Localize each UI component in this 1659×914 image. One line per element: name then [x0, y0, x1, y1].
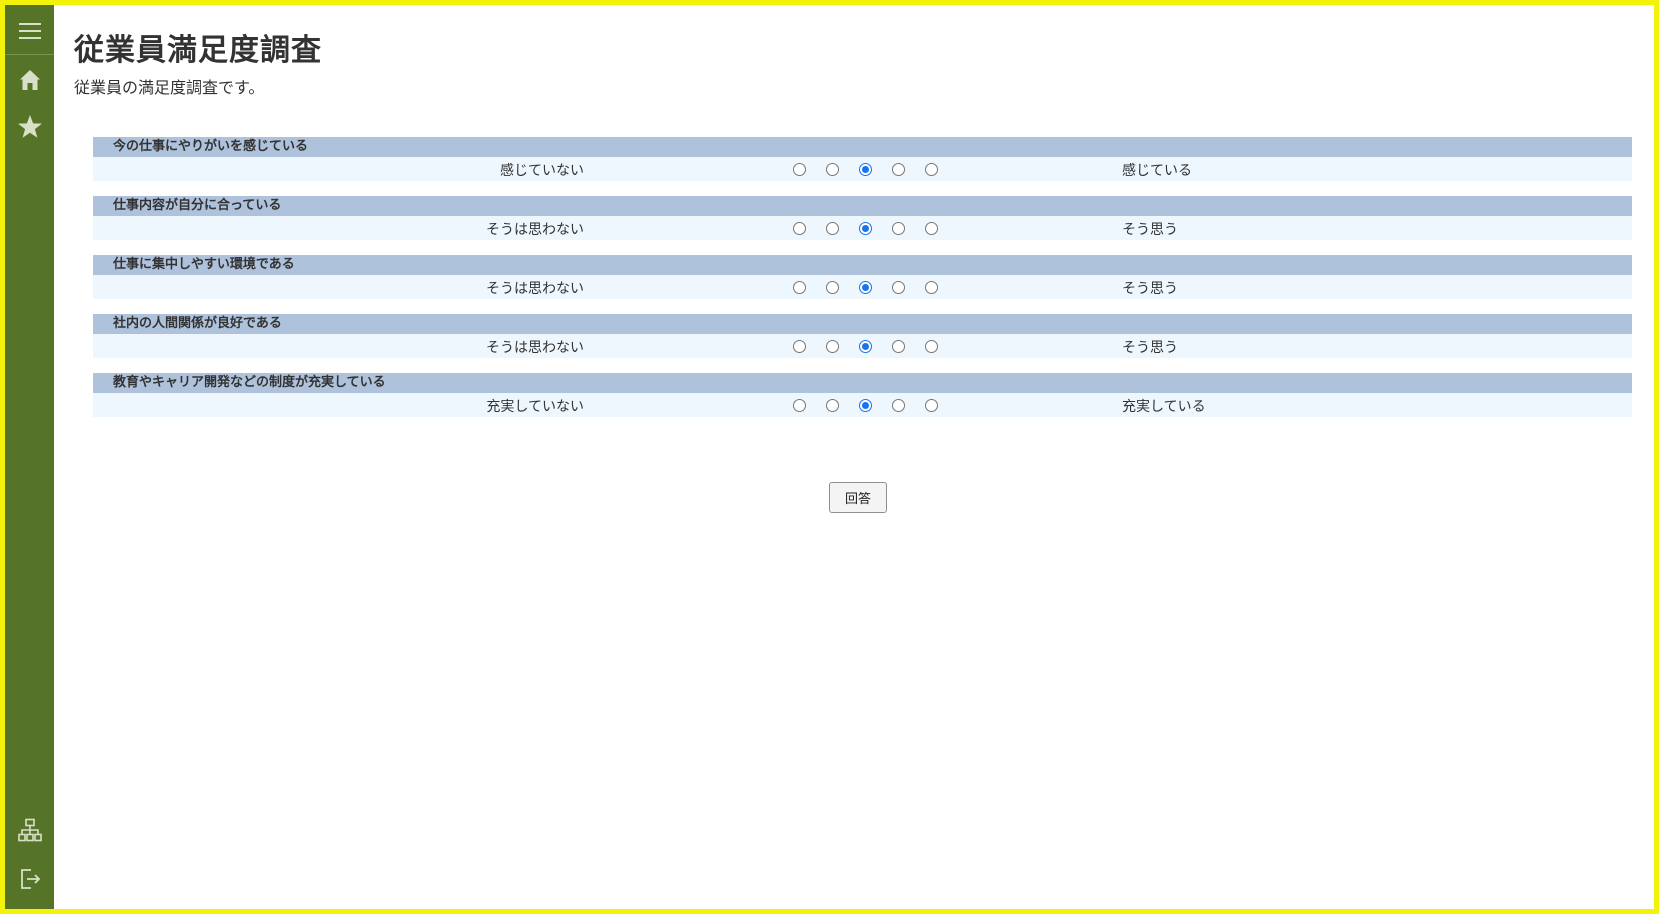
question-block: 教育やキャリア開発などの制度が充実している充実していない 充実している	[93, 373, 1632, 417]
menu-icon	[18, 23, 41, 39]
answer-row: そうは思わない そう思う	[93, 334, 1632, 358]
sidebar-divider	[5, 54, 54, 55]
logout-icon	[20, 869, 40, 889]
rating-radio-4[interactable]	[892, 280, 905, 294]
question-text: 今の仕事にやりがいを感じている	[93, 137, 1632, 157]
rating-radio-1[interactable]	[793, 398, 806, 412]
rating-radio-1[interactable]	[793, 280, 806, 294]
sidebar	[5, 5, 54, 909]
question-text: 社内の人間関係が良好である	[93, 314, 1632, 334]
rating-radio-3[interactable]	[859, 339, 872, 353]
rating-radio-3[interactable]	[859, 398, 872, 412]
question-block: 仕事内容が自分に合っているそうは思わない そう思う	[93, 196, 1632, 240]
rating-radio-group	[793, 393, 958, 417]
scale-low-label: 充実していない	[486, 399, 584, 415]
scale-high-label: そう思う	[1122, 281, 1178, 297]
answer-row: 感じていない 感じている	[93, 157, 1632, 181]
menu-button[interactable]	[5, 8, 54, 54]
rating-radio-5[interactable]	[925, 221, 938, 235]
answer-row: 充実していない 充実している	[93, 393, 1632, 417]
rating-radio-4[interactable]	[892, 339, 905, 353]
rating-radio-5[interactable]	[925, 280, 938, 294]
rating-radio-1[interactable]	[793, 162, 806, 176]
rating-radio-1[interactable]	[793, 339, 806, 353]
submit-button[interactable]: 回答	[829, 482, 887, 513]
question-text: 教育やキャリア開発などの制度が充実している	[93, 373, 1632, 393]
rating-radio-3[interactable]	[859, 280, 872, 294]
rating-radio-5[interactable]	[925, 398, 938, 412]
sidebar-item-favorites[interactable]	[5, 104, 54, 150]
answer-row: そうは思わない そう思う	[93, 275, 1632, 299]
main-content: 従業員満足度調査 従業員の満足度調査です。 今の仕事にやりがいを感じている 感じて…	[54, 5, 1654, 909]
rating-radio-group	[793, 157, 958, 181]
scale-low-label: そうは思わない	[486, 340, 584, 356]
rating-radio-group	[793, 275, 958, 299]
sidebar-item-sitemap[interactable]	[5, 807, 54, 853]
rating-radio-group	[793, 216, 958, 240]
page-title: 従業員満足度調査	[74, 33, 322, 68]
scale-high-label: 充実している	[1122, 399, 1206, 415]
answer-row: そうは思わない そう思う	[93, 216, 1632, 240]
rating-radio-2[interactable]	[826, 280, 839, 294]
rating-radio-2[interactable]	[826, 398, 839, 412]
rating-radio-4[interactable]	[892, 162, 905, 176]
rating-radio-5[interactable]	[925, 339, 938, 353]
scale-low-label: そうは思わない	[486, 281, 584, 297]
star-icon	[17, 115, 42, 138]
rating-radio-2[interactable]	[826, 339, 839, 353]
rating-radio-4[interactable]	[892, 221, 905, 235]
survey-questions: 今の仕事にやりがいを感じている 感じていない 感じている 仕事内容が自分に合っているそ…	[93, 137, 1632, 432]
rating-radio-2[interactable]	[826, 221, 839, 235]
question-block: 仕事に集中しやすい環境であるそうは思わない そう思う	[93, 255, 1632, 299]
page-description: 従業員の満足度調査です。	[74, 78, 265, 97]
scale-low-label: そうは思わない	[486, 222, 584, 238]
rating-radio-3[interactable]	[859, 221, 872, 235]
rating-radio-5[interactable]	[925, 162, 938, 176]
question-block: 今の仕事にやりがいを感じている感じていない 感じている	[93, 137, 1632, 181]
home-icon	[19, 70, 40, 90]
rating-radio-1[interactable]	[793, 221, 806, 235]
sitemap-icon	[17, 818, 42, 842]
question-block: 社内の人間関係が良好であるそうは思わない そう思う	[93, 314, 1632, 358]
logout-button[interactable]	[5, 856, 54, 902]
rating-radio-2[interactable]	[826, 162, 839, 176]
scale-high-label: そう思う	[1122, 222, 1178, 238]
app-frame: 従業員満足度調査 従業員の満足度調査です。 今の仕事にやりがいを感じている 感じて…	[0, 0, 1659, 914]
rating-radio-group	[793, 334, 958, 358]
question-text: 仕事に集中しやすい環境である	[93, 255, 1632, 275]
scale-high-label: そう思う	[1122, 340, 1178, 356]
question-text: 仕事内容が自分に合っている	[93, 196, 1632, 216]
rating-radio-3[interactable]	[859, 162, 872, 176]
sidebar-item-home[interactable]	[5, 57, 54, 103]
scale-low-label: 感じていない	[500, 163, 584, 179]
scale-high-label: 感じている	[1122, 163, 1192, 179]
rating-radio-4[interactable]	[892, 398, 905, 412]
